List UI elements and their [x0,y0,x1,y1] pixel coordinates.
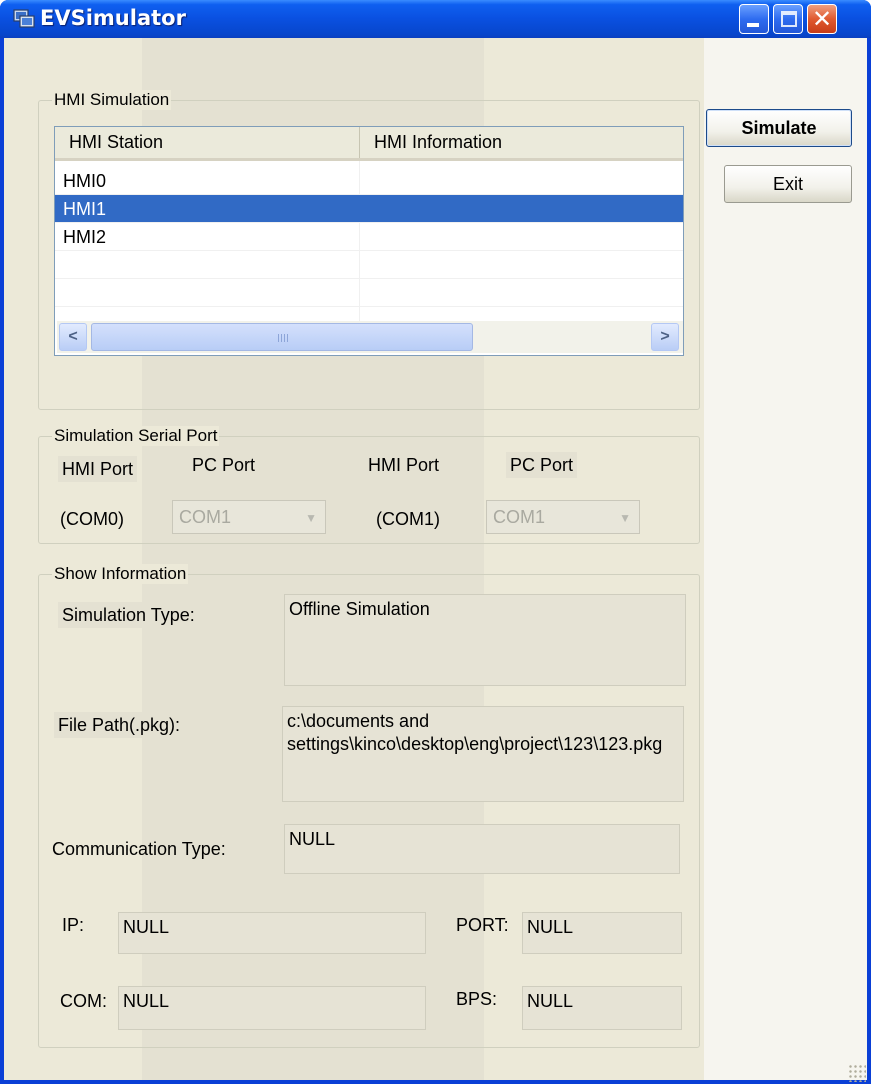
bps-label: BPS: [456,989,498,1009]
pc-port-select-1-value: COM1 [179,507,232,527]
app-icon [13,9,35,28]
pc-port-select-2[interactable]: COM1 ▼ [486,500,640,534]
close-icon: ✕ [811,5,833,33]
list-row-empty [55,279,683,307]
column-header-hmi-station[interactable]: HMI Station [55,127,360,158]
scroll-right-icon[interactable]: > [651,323,679,351]
ip-label: IP: [62,915,85,935]
list-cell-station: HMI1 [63,199,107,219]
list-row-hmi2[interactable]: HMI2 [55,223,683,251]
resize-grip-icon[interactable] [848,1064,866,1082]
file-path-label: File Path(.pkg): [54,712,185,738]
simulation-type-label: Simulation Type: [58,602,199,628]
scroll-left-icon[interactable]: < [59,323,87,351]
list-header: HMI Station HMI Information [55,127,683,161]
pc-port-label-2: PC Port [506,452,578,478]
communication-type-field: NULL [284,824,680,874]
horizontal-scrollbar[interactable]: < > [57,321,683,353]
port-field: NULL [522,912,682,954]
title-bar[interactable]: EVSimulator ✕ [0,0,871,38]
hmi-port-label-1: HMI Port [58,456,138,482]
chevron-down-icon: ▼ [305,511,317,525]
serial-port-group-label: Simulation Serial Port [52,426,220,446]
bps-field: NULL [522,986,682,1030]
port-label: PORT: [456,915,509,935]
hmi-simulation-group-label: HMI Simulation [52,90,172,110]
pc-port-select-1[interactable]: COM1 ▼ [172,500,326,534]
hmi-port-label-2: HMI Port [364,452,444,478]
pc-port-select-2-value: COM1 [493,507,546,527]
maximize-button[interactable] [773,4,803,34]
com-field: NULL [118,986,426,1030]
column-header-hmi-information[interactable]: HMI Information [360,127,683,158]
exit-button[interactable]: Exit [724,165,852,203]
com0-label: (COM0) [60,509,124,529]
maximize-icon [781,11,797,27]
list-row-empty [55,251,683,279]
list-cell-station: HMI0 [63,171,107,191]
list-row-hmi1[interactable]: HMI1 [55,195,683,223]
list-cell-station: HMI2 [63,227,107,247]
minimize-button[interactable] [739,4,769,34]
close-button[interactable]: ✕ [807,4,837,34]
communication-type-label: Communication Type: [52,839,226,859]
simulate-button[interactable]: Simulate [706,109,852,147]
list-row-hmi0[interactable]: HMI0 [55,167,683,195]
ip-field: NULL [118,912,426,954]
scrollbar-grip-icon [278,334,290,342]
com-label: COM: [60,991,107,1011]
com1-label: (COM1) [372,506,444,532]
minimize-icon [747,23,759,27]
window-title: EVSimulator [40,6,186,30]
simulation-type-field: Offline Simulation [284,594,686,686]
file-path-field: c:\documents and settings\kinco\desktop\… [282,706,684,802]
scrollbar-thumb[interactable] [91,323,473,351]
hmi-station-list[interactable]: HMI Station HMI Information HMI0 HMI1 HM… [54,126,684,356]
chevron-down-icon: ▼ [619,511,631,525]
pc-port-label-1: PC Port [188,452,260,478]
show-information-group-label: Show Information [52,564,189,584]
